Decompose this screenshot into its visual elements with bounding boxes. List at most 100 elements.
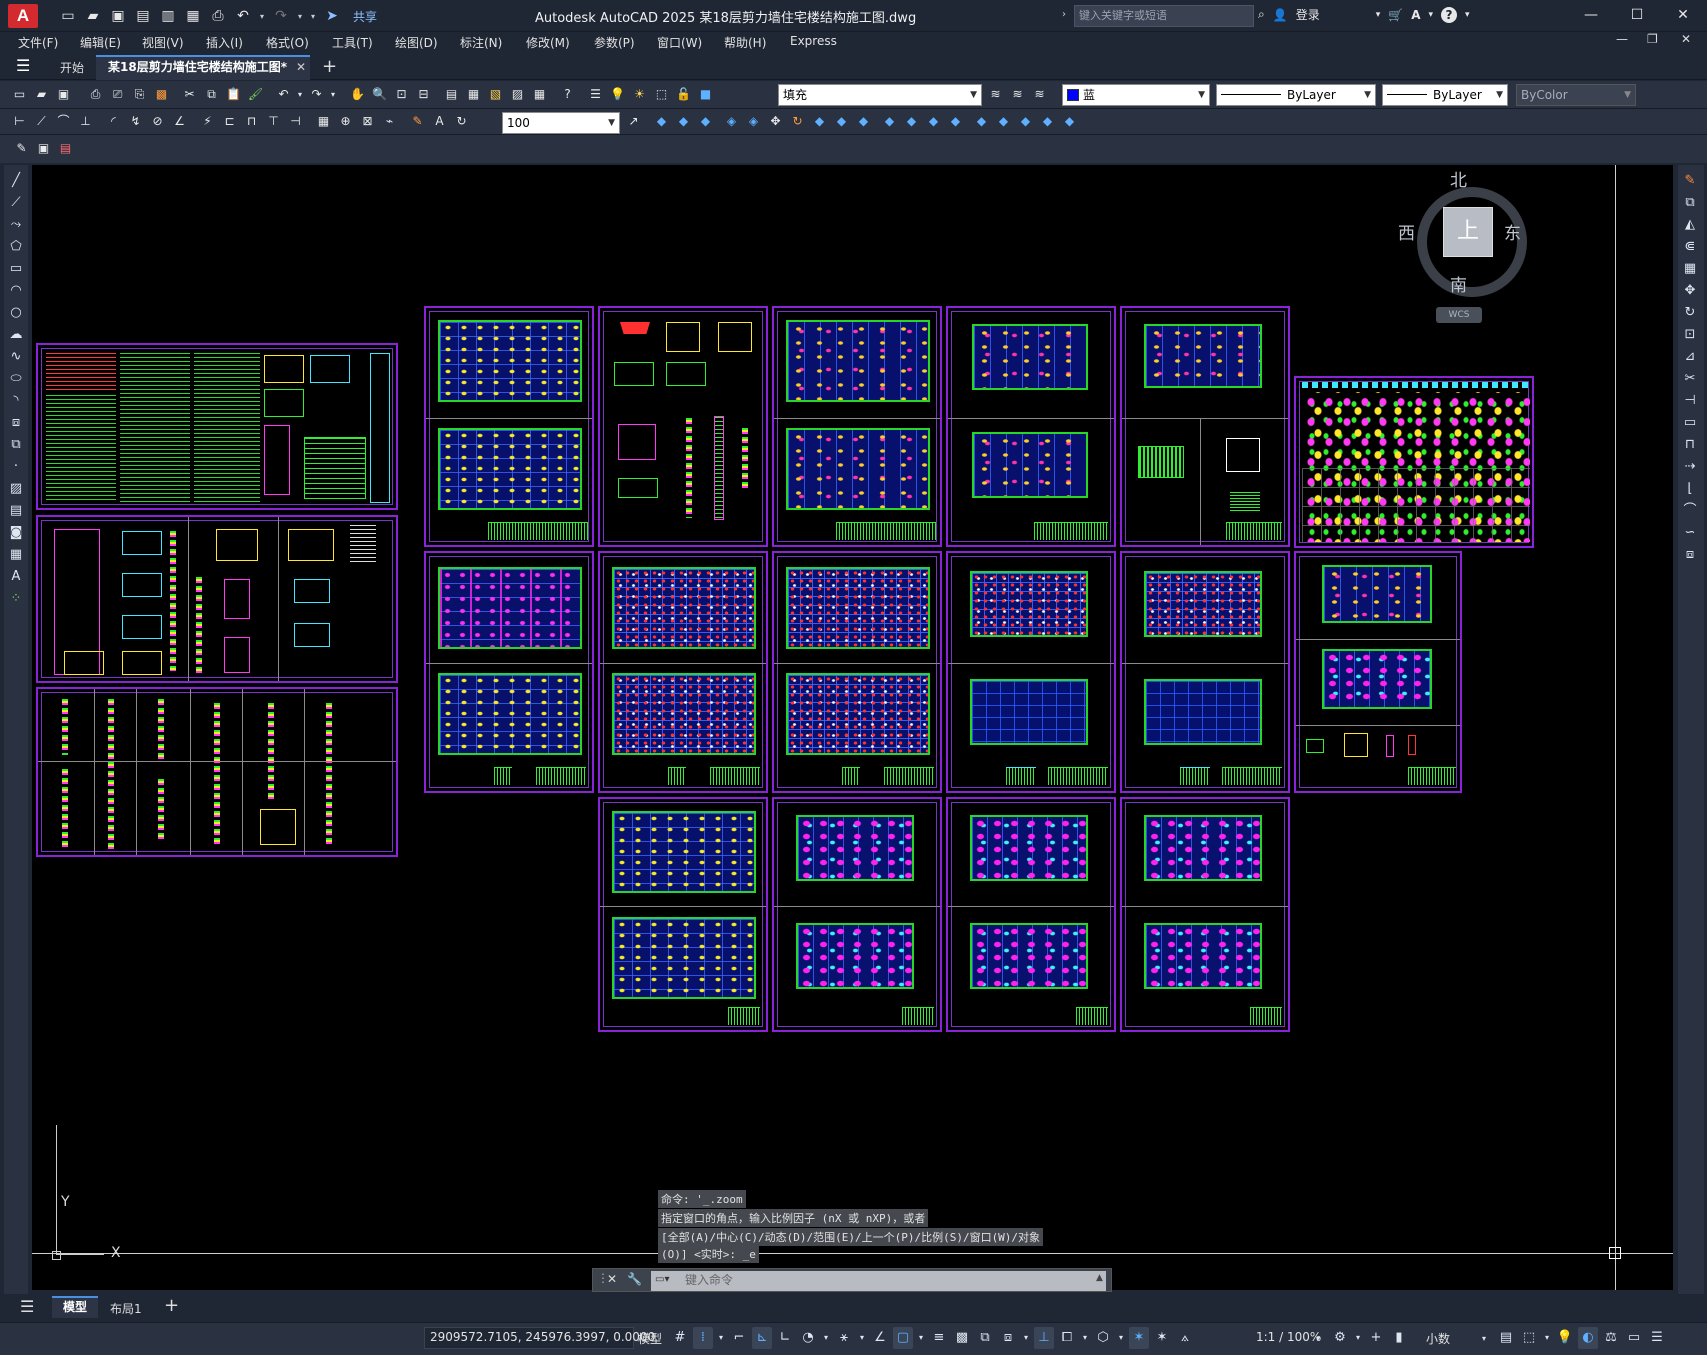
properties-icon[interactable]: ▤ [442, 85, 461, 104]
line-icon[interactable]: ╱ [6, 171, 26, 191]
drawing-sheet-slab-plan-3[interactable] [946, 797, 1116, 1032]
undo-dropdown-icon[interactable]: ▾ [258, 12, 266, 21]
redo-tool-icon[interactable]: ↷ [307, 85, 326, 104]
tab-start[interactable]: 开始 [60, 59, 84, 76]
block-editor-icon[interactable]: ✎ [12, 139, 31, 158]
undo-tool-icon[interactable]: ↶ [274, 85, 293, 104]
dim-continue-icon[interactable]: ⊓ [242, 112, 261, 131]
drawing-sheet-rebar-plan-4[interactable] [1120, 551, 1290, 793]
command-input[interactable]: 键入命令 [651, 1271, 1106, 1291]
clean-screen-icon[interactable]: ▭ [1624, 1327, 1644, 1349]
mirror-side-icon[interactable]: ◭ [1680, 215, 1700, 235]
ellipse-arc-icon[interactable]: ◝ [6, 391, 26, 411]
annotation-scale-dropdown-icon[interactable]: ▾ [1316, 1334, 1320, 1343]
match-properties-icon[interactable]: 🖌 [246, 85, 265, 104]
ortho-icon[interactable]: ∟ [775, 1327, 795, 1349]
units-icon[interactable]: ▮ [1389, 1327, 1409, 1349]
zoom-window-icon[interactable]: ⊡ [392, 85, 411, 104]
circle-icon[interactable]: ○ [6, 303, 26, 323]
workspace-gear-icon[interactable]: ⚙ [1330, 1327, 1350, 1349]
drawing-sheet-columns[interactable] [1294, 376, 1534, 548]
drawing-sheet-slab-plan-4[interactable] [1120, 797, 1290, 1032]
help-dropdown-icon[interactable]: ▾ [1465, 10, 1470, 20]
drawing-sheet-slab-plan-2[interactable] [772, 797, 942, 1032]
redo-dropdown-icon[interactable]: ▾ [296, 12, 304, 21]
drawing-sheet-foundation[interactable] [424, 306, 594, 547]
linetype-dropdown[interactable]: ByLayer ▼ [1216, 84, 1376, 106]
offset-icon[interactable]: ◈ [722, 112, 741, 131]
hamburger-menu-icon[interactable]: ☰ [16, 58, 36, 74]
object-snap-dropdown-icon[interactable]: ▾ [916, 1327, 926, 1349]
qnew-icon[interactable]: ▭ [10, 85, 29, 104]
cart-icon[interactable]: 🛒 [1388, 8, 1403, 22]
chamfer-side-icon[interactable]: ⌊ [1680, 479, 1700, 499]
layer-dropdown[interactable]: 填充 ▼ [778, 84, 982, 106]
undo-icon[interactable]: ↶ [233, 6, 253, 26]
coordinates-readout[interactable]: 2909572.7105, 245976.3997, 0.0000 [430, 1330, 655, 1344]
calculator-icon[interactable]: ▦ [530, 85, 549, 104]
isolate-objects-icon[interactable]: 💡 [1555, 1327, 1575, 1349]
annotation-visibility-icon[interactable]: ✶ [1129, 1327, 1149, 1349]
center-mark-icon[interactable]: ⊕ [336, 112, 355, 131]
annotation-scale-value[interactable]: 1:1 / 100% [1256, 1330, 1321, 1344]
layer-properties-icon[interactable]: ☰ [586, 85, 605, 104]
open-from-web-icon[interactable]: ▥ [158, 6, 178, 26]
drawing-sheet-wall-plan-1[interactable] [772, 306, 942, 547]
maximize-button[interactable]: ☐ [1614, 0, 1660, 32]
close-command-icon[interactable]: ✕ [607, 1272, 617, 1286]
share-button[interactable]: 共享 [353, 8, 377, 25]
menu-dimension[interactable]: 标注(N) [460, 34, 502, 51]
dim-update-icon[interactable]: ↻ [452, 112, 471, 131]
isodraft-dropdown-icon[interactable]: ▾ [857, 1327, 867, 1349]
drawing-sheet-rebar-plan-2[interactable] [772, 551, 942, 793]
trim-side-icon[interactable]: ✂ [1680, 369, 1700, 389]
workspace-dropdown-icon[interactable]: ▾ [1353, 1327, 1363, 1349]
move-side-icon[interactable]: ✥ [1680, 281, 1700, 301]
new-file-icon[interactable]: ▭ [58, 6, 78, 26]
explode-side-icon[interactable]: ⧈ [1680, 545, 1700, 565]
doc-close-button[interactable]: ✕ [1681, 32, 1691, 46]
customize-status-icon[interactable]: ☰ [1647, 1327, 1667, 1349]
snap-dropdown-icon[interactable]: ▾ [716, 1327, 726, 1349]
scale-icon[interactable]: ◆ [810, 112, 829, 131]
login-dropdown-icon[interactable]: ▾ [1376, 10, 1381, 20]
isodraft-icon[interactable]: ⚹ [834, 1327, 854, 1349]
stretch-icon[interactable]: ◆ [832, 112, 851, 131]
attribute-icon[interactable]: ▤ [56, 139, 75, 158]
point-icon[interactable]: · [6, 457, 26, 477]
autocad-logo[interactable]: A [8, 4, 38, 28]
chamfer-icon[interactable]: ◆ [946, 112, 965, 131]
help-tool-icon[interactable]: ? [558, 85, 577, 104]
3d-print-icon[interactable]: ▩ [152, 85, 171, 104]
login-button[interactable]: 登录 [1296, 6, 1320, 23]
menu-edit[interactable]: 编辑(E) [80, 34, 121, 51]
mtext-icon[interactable]: A [6, 567, 26, 587]
drawing-sheet-wall-plan-2[interactable] [946, 306, 1116, 547]
gradient-icon[interactable]: ▤ [6, 501, 26, 521]
erase-side-icon[interactable]: ✎ [1680, 171, 1700, 191]
annotation-scale-icon[interactable]: ⟑ [1175, 1327, 1195, 1349]
dim-ordinate-icon[interactable]: ⊥ [76, 112, 95, 131]
copy-icon[interactable]: ⧉ [202, 85, 221, 104]
3d-osnap-dropdown-icon[interactable]: ▾ [1021, 1327, 1031, 1349]
arc-icon[interactable]: ◠ [6, 281, 26, 301]
hatch-icon[interactable]: ▨ [6, 479, 26, 499]
3d-osnap-icon[interactable]: ⧈ [998, 1327, 1018, 1349]
make-current-layer-icon[interactable]: ≋ [986, 85, 1005, 104]
save-tool-icon[interactable]: ▣ [54, 85, 73, 104]
dim-linear-icon[interactable]: ⊢ [10, 112, 29, 131]
layer-state-icon[interactable]: ≋ [1030, 85, 1049, 104]
grid-icon[interactable]: # [670, 1327, 690, 1349]
doc-restore-button[interactable]: ❐ [1647, 32, 1658, 46]
extend-icon[interactable]: ◆ [880, 112, 899, 131]
stretch-side-icon[interactable]: ⊿ [1680, 347, 1700, 367]
add-selected-icon[interactable]: ⁘ [6, 589, 26, 609]
tab-layout1[interactable]: 布局1 [110, 1300, 142, 1317]
jogged-linear-icon[interactable]: ⌁ [380, 112, 399, 131]
dimscale-dropdown[interactable]: 100 ▼ [502, 112, 620, 134]
lock-ui-dropdown-icon[interactable]: ▾ [1542, 1327, 1552, 1349]
app-dropdown-icon[interactable]: ▾ [1428, 10, 1433, 20]
layer-color-icon[interactable]: ■ [696, 85, 715, 104]
user-icon[interactable]: 👤 [1273, 8, 1288, 22]
tab-model[interactable]: 模型 [52, 1296, 98, 1318]
